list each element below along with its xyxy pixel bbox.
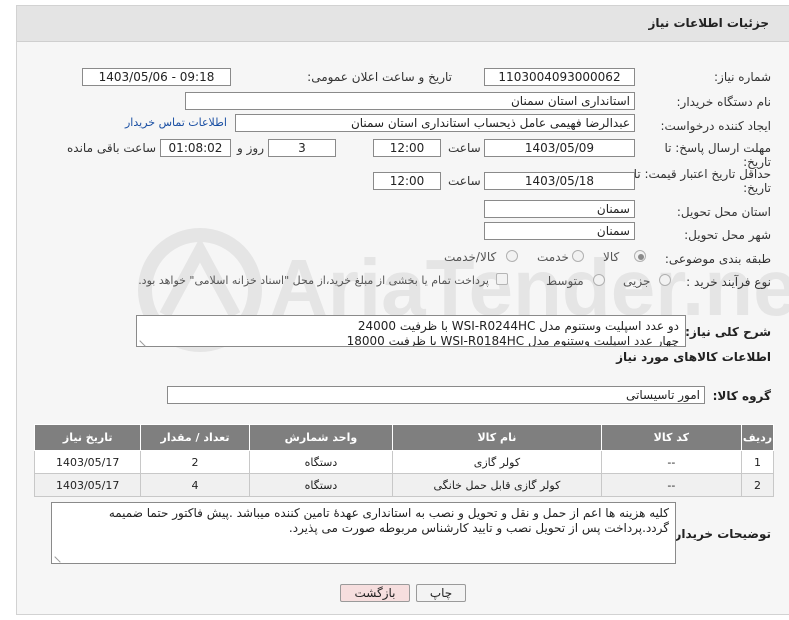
cell-unit: دستگاه [248, 473, 394, 497]
col-unit: واحد شمارش [248, 424, 394, 451]
col-code: کد کالا [600, 424, 743, 451]
delivery-province-label: استان محل تحویل: [676, 205, 771, 219]
description-line-1: دو عدد اسپلیت وستنوم مدل WSI-R0244HC با … [357, 319, 679, 333]
goods-info-title: اطلاعات کالاهای مورد نیاز [616, 350, 771, 364]
cell-code: -- [600, 473, 743, 497]
category-option-goods-service: کالا/خدمت [444, 250, 497, 264]
buyer-notes-textarea[interactable]: کلیه هزینه ها اعم از حمل و نقل و تحویل و… [51, 502, 676, 564]
cell-qty: 4 [140, 473, 250, 497]
purchase-option-minor: جزیی [623, 274, 651, 288]
cell-row: 1 [741, 450, 774, 474]
description-line-2: چهار عدد اسپلیت وستنوم مدل WSI-R0184HC ب… [346, 334, 679, 347]
goods-group-field: امور تاسیساتی [167, 386, 705, 404]
price-validity-label: حداقل تاریخ اعتبار قیمت: تا [633, 167, 771, 181]
purchase-radio-minor[interactable] [659, 274, 671, 286]
need-number-label: شماره نیاز: [714, 70, 771, 84]
cell-unit: دستگاه [248, 450, 394, 474]
cell-row: 2 [741, 473, 774, 497]
page-title: جزئیات اطلاعات نیاز [648, 16, 769, 30]
price-validity-date-field: 1403/05/18 [484, 172, 635, 190]
remaining-time-label: ساعت باقی مانده [67, 141, 157, 155]
delivery-city-label: شهر محل تحویل: [684, 228, 771, 242]
items-table: ردیف کد کالا نام کالا واحد شمارش تعداد /… [33, 424, 774, 497]
col-date: تاریخ نیاز [33, 424, 142, 451]
requester-field: عبدالرضا فهیمی عامل ذیحساب استانداری است… [235, 114, 635, 132]
remaining-days-label: روز و [237, 141, 264, 155]
table-header-row: ردیف کد کالا نام کالا واحد شمارش تعداد /… [33, 424, 774, 451]
buyer-org-label: نام دستگاه خریدار: [676, 95, 772, 109]
table-row: 2 -- کولر گازی قابل حمل خانگی دستگاه 4 1… [33, 473, 774, 497]
reply-deadline-label: مهلت ارسال پاسخ: تا [664, 141, 771, 155]
buyer-notes-label: توضیحات خریدار: [669, 527, 771, 541]
description-textarea[interactable]: دو عدد اسپلیت وستنوم مدل WSI-R0244HC با … [136, 315, 686, 347]
goods-group-label: گروه کالا: [712, 389, 771, 403]
category-label: طبقه بندی موضوعی: [664, 252, 771, 266]
announce-datetime-field: 1403/05/06 - 09:18 [82, 68, 231, 86]
need-number-field: 1103004093000062 [484, 68, 635, 86]
back-button[interactable]: بازگشت [340, 584, 410, 602]
cell-qty: 2 [140, 450, 250, 474]
purchase-option-medium: متوسط [546, 274, 584, 288]
delivery-city-field: سمنان [484, 222, 635, 240]
category-radio-goods-service[interactable] [506, 250, 518, 262]
reply-deadline-time-field: 12:00 [373, 139, 441, 157]
delivery-province-field: سمنان [484, 200, 635, 218]
category-option-goods: کالا [603, 250, 620, 264]
cell-code: -- [600, 450, 743, 474]
reply-deadline-time-label: ساعت [448, 141, 481, 155]
price-validity-time-label: ساعت [448, 174, 481, 188]
treasury-docs-label: پرداخت تمام یا بخشی از مبلغ خرید،از محل … [138, 274, 489, 287]
category-option-service: خدمت [537, 250, 569, 264]
requester-label: ایجاد کننده درخواست: [660, 119, 771, 133]
col-name: نام کالا [392, 424, 602, 451]
category-radio-service[interactable] [572, 250, 584, 262]
price-validity-time-field: 12:00 [373, 172, 441, 190]
cell-date: 1403/05/17 [33, 450, 142, 474]
buyer-contact-link[interactable]: اطلاعات تماس خریدار [125, 116, 227, 129]
remaining-days-field: 3 [268, 139, 336, 157]
table-row: 1 -- کولر گازی دستگاه 2 1403/05/17 [33, 450, 774, 474]
announce-datetime-label: تاریخ و ساعت اعلان عمومی: [307, 70, 452, 84]
price-validity-label-date: تاریخ: [743, 181, 771, 195]
buyer-org-field: استانداری استان سمنان [185, 92, 635, 110]
purchase-radio-medium[interactable] [593, 274, 605, 286]
cell-date: 1403/05/17 [33, 473, 142, 497]
cell-name: کولر گازی قابل حمل خانگی [392, 473, 602, 497]
print-button[interactable]: چاپ [416, 584, 466, 602]
purchase-type-label: نوع فرآیند خرید : [686, 275, 771, 289]
category-radio-goods[interactable] [634, 250, 646, 262]
remaining-time-field: 01:08:02 [160, 139, 231, 157]
description-label: شرح کلی نیاز: [685, 325, 771, 339]
reply-deadline-date-field: 1403/05/09 [484, 139, 635, 157]
cell-name: کولر گازی [392, 450, 602, 474]
col-row: ردیف [741, 424, 774, 451]
treasury-docs-checkbox[interactable] [496, 273, 508, 285]
col-qty: تعداد / مقدار [140, 424, 250, 451]
